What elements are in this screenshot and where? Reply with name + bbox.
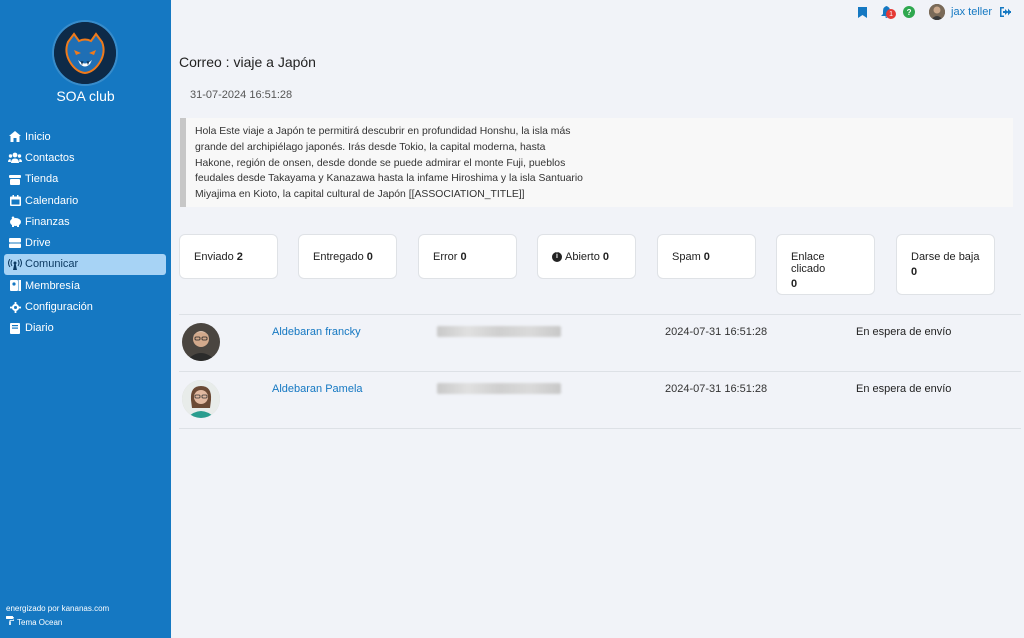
stat-enviado[interactable]: Enviado 2: [179, 234, 278, 279]
sidebar-item-label: Contactos: [25, 151, 75, 164]
recipient-name-link[interactable]: Aldebaran Pamela: [272, 383, 363, 395]
stat-label: Enviado: [194, 250, 234, 263]
recipient-email-redacted: [437, 383, 561, 394]
sidebar-item-inicio[interactable]: Inicio: [4, 126, 166, 147]
stat-error[interactable]: Error 0: [418, 234, 517, 279]
store-icon: [8, 173, 22, 185]
drive-icon: [8, 237, 22, 249]
sidebar-item-tienda[interactable]: Tienda: [4, 169, 166, 190]
user-name-link[interactable]: jax teller: [951, 6, 992, 18]
stat-label: Error: [433, 250, 458, 263]
stat-value: 2: [236, 250, 243, 263]
list-divider: [179, 428, 1021, 429]
sidebar-item-configuracion[interactable]: Configuración: [4, 296, 166, 317]
gear-icon: [8, 301, 22, 313]
top-bar: 1 ? jax teller: [855, 3, 1012, 21]
recipient-email-redacted: [437, 326, 561, 337]
sidebar-item-label: Diario: [25, 322, 54, 335]
stat-entregado[interactable]: Entregado 0: [298, 234, 397, 279]
sidebar-nav: Inicio Contactos Tienda Calendario Finan…: [4, 126, 166, 339]
calendar-icon: [8, 195, 22, 207]
sidebar-item-label: Calendario: [25, 194, 79, 207]
stat-enlace-clicado[interactable]: Enlace clicado 0: [776, 234, 875, 295]
page-title: Correo : viaje a Japón: [179, 54, 316, 70]
stat-label: Spam: [672, 250, 701, 263]
stat-darse-de-baja[interactable]: Darse de baja 0: [896, 234, 995, 295]
membership-icon: [8, 280, 22, 292]
paint-roller-icon: [6, 616, 15, 630]
club-name: SOA club: [56, 88, 115, 104]
sidebar-item-calendario[interactable]: Calendario: [4, 190, 166, 211]
sidebar: SOA club Inicio Contactos Tienda Calenda…: [0, 0, 171, 638]
stat-value: 0: [703, 250, 710, 263]
sidebar-item-label: Tienda: [25, 173, 59, 186]
email-message-quote: Hola Este viaje a Japón te permitirá des…: [180, 118, 1013, 207]
stat-value: 0: [791, 278, 798, 290]
theme-selector[interactable]: Tema Ocean: [6, 616, 109, 630]
logout-icon[interactable]: [998, 5, 1012, 19]
email-message-text: Hola Este viaje a Japón te permitirá des…: [195, 126, 583, 201]
recipient-status: En espera de envío: [856, 383, 952, 395]
sidebar-item-finanzas[interactable]: Finanzas: [4, 211, 166, 232]
sidebar-item-label: Inicio: [25, 130, 51, 143]
stat-abierto[interactable]: i Abierto 0: [537, 234, 636, 279]
book-icon: [8, 322, 22, 334]
table-row: Aldebaran francky 2024-07-31 16:51:28 En…: [179, 314, 1021, 371]
user-avatar[interactable]: [929, 4, 946, 20]
recipient-date: 2024-07-31 16:51:28: [665, 326, 768, 338]
sidebar-item-label: Comunicar: [25, 258, 79, 271]
recipients-list: Aldebaran francky 2024-07-31 16:51:28 En…: [179, 314, 1021, 429]
stat-label: Darse de baja: [911, 251, 980, 263]
recipient-status: En espera de envío: [856, 326, 952, 338]
table-row: Aldebaran Pamela 2024-07-31 16:51:28 En …: [179, 371, 1021, 428]
bookmark-icon[interactable]: [855, 5, 869, 19]
bear-logo-icon: [54, 22, 116, 84]
stat-label: Enlace clicado: [791, 251, 826, 275]
theme-label: Tema Ocean: [17, 618, 63, 627]
sidebar-item-comunicar[interactable]: Comunicar: [4, 253, 166, 276]
sidebar-item-label: Drive: [25, 237, 51, 250]
stat-value: 0: [602, 250, 609, 263]
sidebar-item-label: Finanzas: [25, 215, 70, 228]
stat-value: 0: [460, 250, 467, 263]
recipient-avatar: [182, 323, 220, 361]
email-date: 31-07-2024 16:51:28: [190, 89, 293, 101]
recipient-avatar: [182, 380, 220, 418]
recipient-date: 2024-07-31 16:51:28: [665, 383, 768, 395]
users-icon: [8, 152, 22, 164]
help-icon[interactable]: ?: [903, 6, 916, 18]
sidebar-item-drive[interactable]: Drive: [4, 232, 166, 253]
stat-value: 0: [911, 266, 918, 278]
notification-count-badge: 1: [886, 9, 897, 19]
sidebar-item-diario[interactable]: Diario: [4, 318, 166, 339]
broadcast-icon: [8, 258, 22, 270]
stat-value: 0: [366, 250, 373, 263]
sidebar-item-label: Membresía: [25, 279, 81, 292]
info-icon: i: [552, 251, 562, 262]
piggy-bank-icon: [8, 216, 22, 228]
stat-label: Entregado: [313, 250, 364, 263]
bell-icon[interactable]: 1: [879, 5, 897, 19]
club-logo[interactable]: [54, 22, 116, 84]
powered-by-text: energizado por kananas.com: [6, 604, 110, 613]
sidebar-item-membresia[interactable]: Membresía: [4, 275, 166, 296]
sidebar-item-label: Configuración: [25, 301, 93, 314]
stat-label: Abierto: [565, 250, 600, 263]
stat-spam[interactable]: Spam 0: [657, 234, 756, 279]
recipient-name-link[interactable]: Aldebaran francky: [272, 326, 361, 338]
home-icon: [8, 131, 22, 143]
sidebar-item-contactos[interactable]: Contactos: [4, 147, 166, 168]
sidebar-footer: energizado por kananas.com Tema Ocean: [6, 602, 109, 630]
